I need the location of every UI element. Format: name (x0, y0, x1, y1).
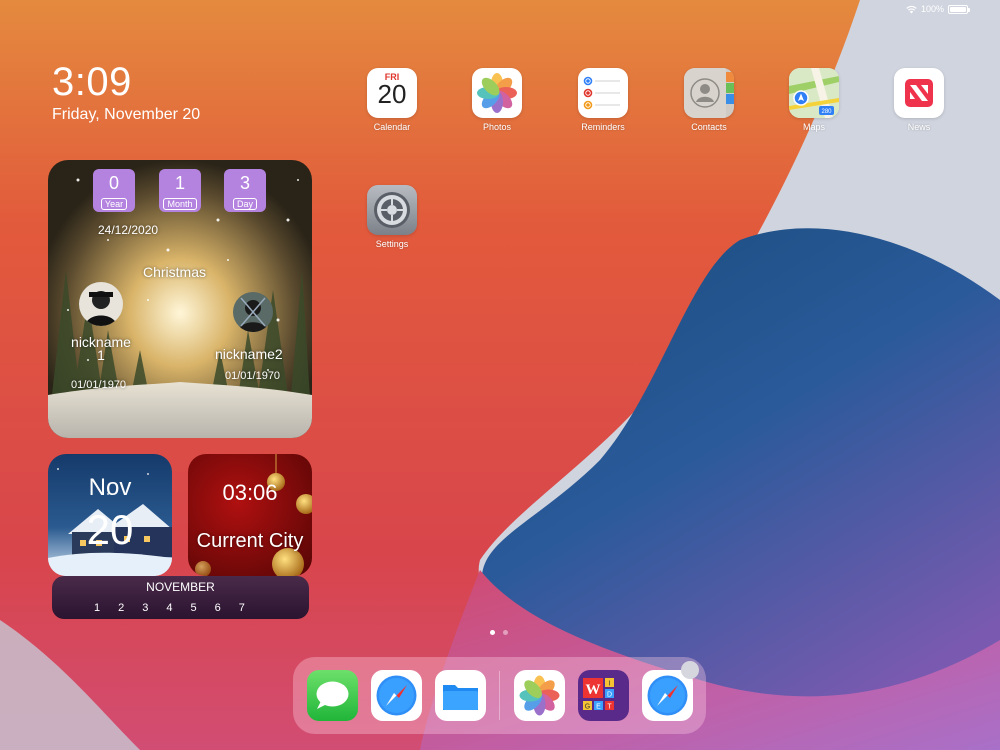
event-name: Christmas (143, 264, 207, 280)
time-widget[interactable]: 03:06 Current City (188, 454, 312, 576)
calendar-strip-day: 2 (118, 602, 125, 614)
dock-separator (499, 671, 500, 720)
person1-date: 01/01/1970 (71, 379, 127, 391)
avatar (233, 292, 273, 332)
target-date: 24/12/2020 (98, 223, 159, 237)
christmas-countdown-widget[interactable]: 0 Year 1 Month 3 Day 24/12/2020 Christma… (48, 160, 312, 438)
calendar-strip-day: 1 (94, 602, 101, 614)
widget-letter-i: I (609, 681, 611, 688)
widget-letter-t: T (607, 704, 612, 711)
calendar-strip-day: 3 (142, 602, 149, 614)
settings-icon (367, 185, 417, 235)
news-icon (894, 68, 944, 118)
calendar-day-num: 20 (377, 79, 407, 109)
app-reminders[interactable]: Reminders (568, 68, 638, 132)
battery-level (950, 6, 966, 12)
app-label: Reminders (581, 122, 625, 132)
app-settings[interactable]: Settings (357, 185, 427, 249)
time-widget-time: 03:06 (222, 480, 278, 505)
app-label: Settings (375, 239, 409, 249)
app-messages[interactable] (307, 670, 358, 721)
person2-date: 01/01/1970 (225, 370, 281, 382)
calendar-strip-day: 4 (166, 602, 173, 614)
countdown-months-unit: Month (163, 198, 197, 210)
status-bar: 100% (906, 4, 970, 14)
widget-letter-d: D (607, 692, 612, 699)
messages-icon (316, 681, 349, 709)
app-safari[interactable] (371, 670, 422, 721)
battery-icon (948, 4, 970, 14)
battery-percent: 100% (920, 4, 944, 14)
calendar-icon: FRI 20 (367, 68, 417, 118)
app-files[interactable] (435, 670, 486, 721)
ornament-background (188, 454, 312, 576)
countdown-months-value: 1 (174, 173, 185, 193)
date-widget[interactable]: Nov 20 (48, 454, 172, 576)
nickname-2: nickname2 (215, 346, 283, 362)
countdown-years-unit: Year (100, 198, 128, 210)
lock-time: 3:09 (52, 60, 132, 104)
app-contacts[interactable]: Contacts (674, 68, 744, 132)
app-label: Contacts (691, 122, 727, 132)
calendar-strip-widget[interactable]: NOVEMBER 1 2 3 4 5 6 7 (52, 576, 309, 619)
countdown-days-unit: Day (232, 198, 257, 210)
app-label: News (907, 122, 931, 132)
app-news[interactable]: News (884, 68, 954, 132)
widget-letter-g: G (585, 704, 590, 711)
avatar (79, 282, 123, 326)
calendar-strip-day: 7 (238, 602, 245, 614)
maps-route-sign: 280 (821, 109, 832, 115)
dock: W I D G E T (293, 657, 706, 734)
app-widget[interactable]: W I D G E T (578, 670, 629, 721)
app-maps[interactable]: 280 Maps (779, 68, 849, 132)
app-label: Photos (482, 122, 512, 132)
app-label: Maps (802, 122, 825, 132)
page-dot[interactable] (490, 630, 495, 635)
app-label: Calendar (373, 122, 411, 132)
app-photos[interactable]: Photos (462, 68, 532, 132)
widget-letter-w: W (586, 682, 601, 698)
countdown-years: 0 Year (93, 169, 135, 212)
reminders-icon (578, 68, 628, 118)
contacts-icon (684, 68, 734, 118)
date-widget-month: Nov (88, 474, 132, 501)
safari-icon (376, 675, 417, 716)
wifi-icon (906, 5, 917, 13)
app-photos-dock[interactable] (514, 670, 565, 721)
calendar-strip-day: 5 (190, 602, 197, 614)
countdown-days-value: 3 (239, 173, 250, 193)
app-calendar[interactable]: FRI 20 Calendar (357, 68, 427, 132)
calendar-strip-month: NOVEMBER (146, 580, 215, 594)
calendar-strip-days: 1 2 3 4 5 6 7 (94, 602, 245, 614)
countdown-months: 1 Month (159, 169, 201, 212)
lock-date: Friday, November 20 (52, 106, 201, 123)
photos-icon (519, 675, 560, 716)
page-dot[interactable] (503, 630, 508, 635)
maps-icon: 280 (789, 68, 839, 118)
time-widget-city: Current City (196, 530, 304, 552)
photos-icon (472, 68, 522, 118)
date-widget-day: 20 (86, 506, 134, 553)
countdown-days: 3 Day (224, 169, 266, 212)
countdown-years-value: 0 (108, 173, 119, 193)
widget-letter-e: E (596, 704, 601, 711)
widget-app-icon: W I D G E T (583, 678, 614, 711)
page-indicator[interactable] (490, 630, 508, 635)
recent-app-badge (681, 661, 699, 679)
nickname-1: nickname 1 (71, 334, 131, 363)
calendar-strip-day: 6 (214, 602, 221, 614)
files-icon (443, 685, 478, 710)
